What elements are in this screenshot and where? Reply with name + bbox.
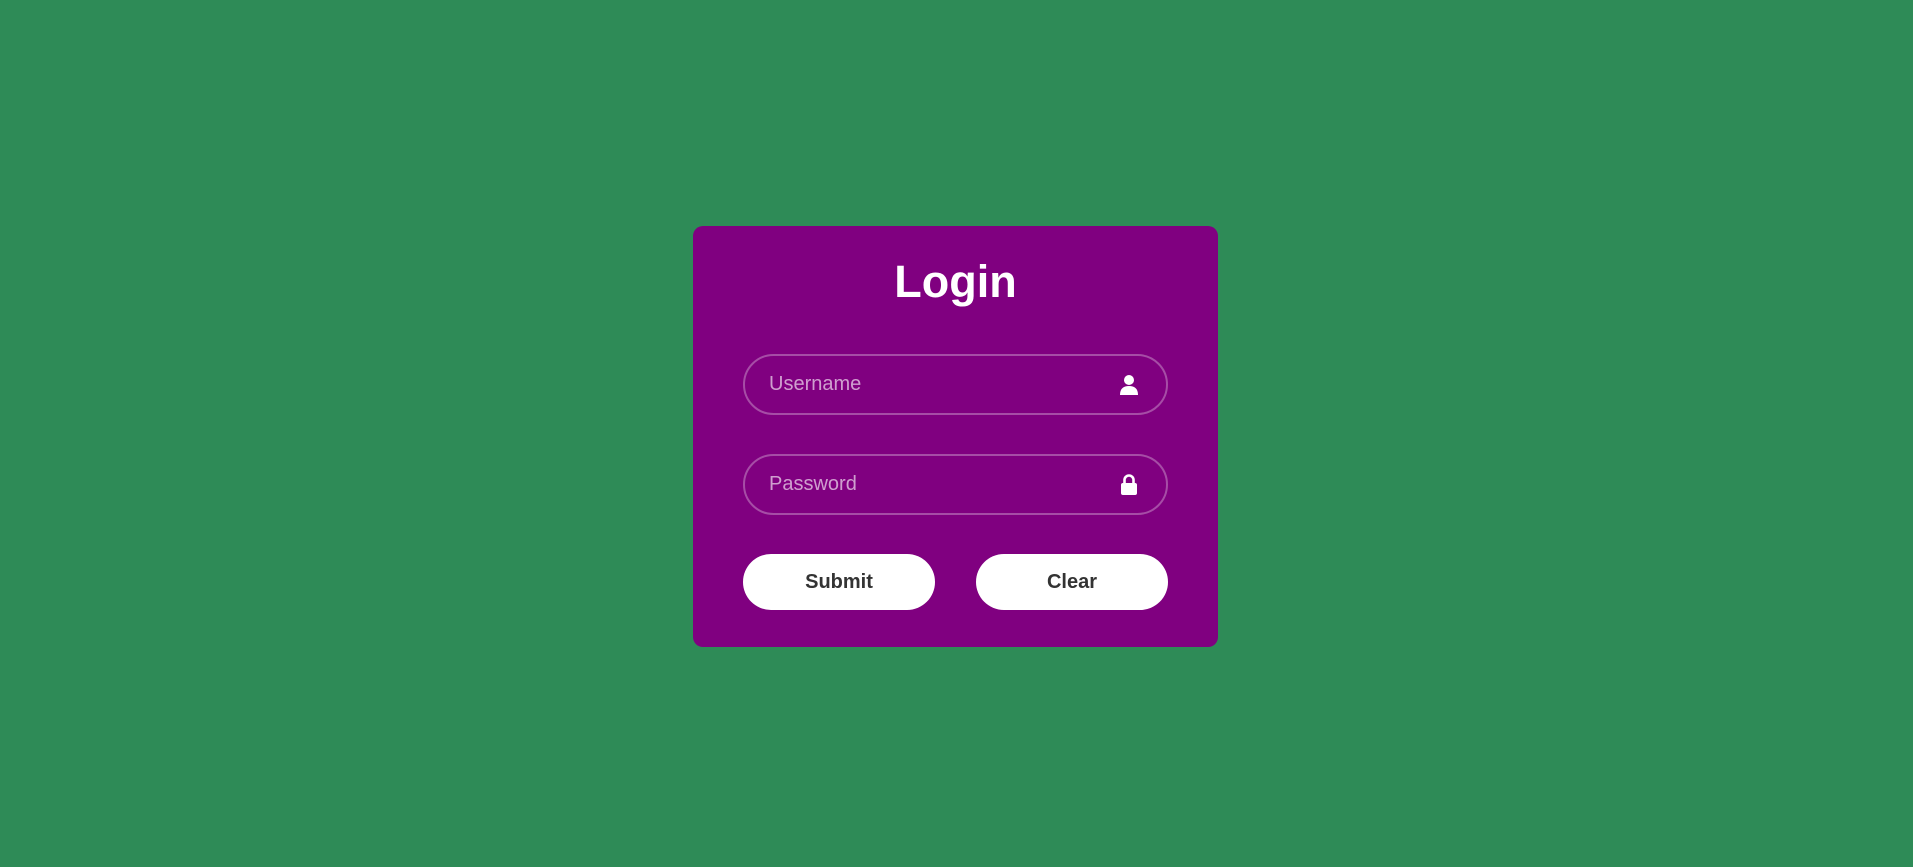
clear-button[interactable]: Clear: [976, 554, 1168, 610]
login-title: Login: [894, 256, 1017, 307]
login-card: Login Submit Clear: [693, 226, 1218, 647]
submit-button[interactable]: Submit: [743, 554, 935, 610]
password-field: [743, 454, 1168, 515]
lock-icon: [1117, 473, 1141, 497]
password-input[interactable]: [745, 456, 1117, 513]
username-input[interactable]: [745, 356, 1117, 413]
user-icon: [1117, 373, 1141, 397]
username-field: [743, 354, 1168, 415]
